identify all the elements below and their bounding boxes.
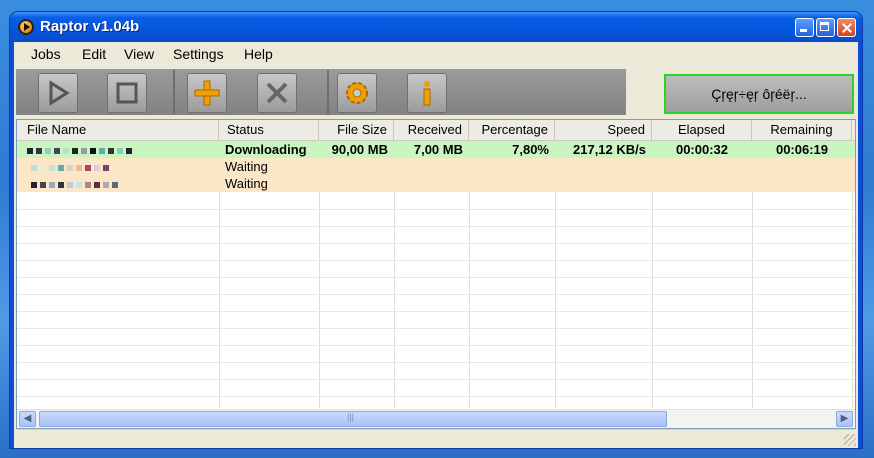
elapsed-cell: 00:00:32: [675, 142, 729, 157]
add-job-button[interactable]: [187, 73, 227, 113]
window-title: Raptor v1.04b: [40, 18, 140, 35]
title-bar[interactable]: Raptor v1.04b: [10, 12, 862, 42]
column-file-size[interactable]: File Size: [319, 120, 394, 140]
scroll-left-arrow-icon[interactable]: ◀: [19, 411, 36, 427]
menu-jobs[interactable]: Jobs: [31, 46, 61, 62]
menu-edit[interactable]: Edit: [82, 46, 106, 62]
grid-line: [17, 294, 855, 295]
close-button[interactable]: [837, 18, 856, 37]
toolbar-separator: [173, 70, 175, 114]
menu-bar: Jobs Edit View Settings Help: [14, 42, 858, 66]
file-name-cell: [27, 141, 217, 158]
percentage-cell: 7,80%: [512, 142, 549, 157]
grid-line: [17, 243, 855, 244]
column-status[interactable]: Status: [219, 120, 319, 140]
grid-line: [17, 226, 855, 227]
column-received[interactable]: Received: [394, 120, 469, 140]
toolbar-separator: [327, 70, 329, 114]
grid-line: [17, 328, 855, 329]
table-row[interactable]: Downloading 90,00 MB 7,00 MB 7,80% 217,1…: [17, 141, 855, 158]
status-bar: [14, 429, 858, 448]
client-area: Jobs Edit View Settings Help Çŗęŗ÷ęŗ ôŗé…: [14, 42, 858, 448]
menu-view[interactable]: View: [124, 46, 154, 62]
play-icon: [49, 80, 70, 106]
received-cell: 7,00 MB: [413, 142, 463, 157]
speed-cell: 217,12 KB/s: [573, 142, 646, 157]
column-remaining[interactable]: Remaining: [752, 120, 852, 140]
grid-line: [17, 311, 855, 312]
maximize-button[interactable]: [816, 18, 835, 37]
app-window: Raptor v1.04b Jobs Edit View Settings He…: [10, 12, 862, 448]
status-cell: Waiting: [225, 159, 268, 174]
file-name-cell: [31, 175, 217, 192]
horizontal-scrollbar[interactable]: ◀ ▶: [17, 409, 855, 428]
menu-help[interactable]: Help: [244, 46, 273, 62]
start-button[interactable]: [38, 73, 78, 113]
info-button[interactable]: [407, 73, 447, 113]
remove-icon: [266, 82, 288, 104]
column-percentage[interactable]: Percentage: [469, 120, 555, 140]
grid-line: [17, 209, 855, 210]
scrollbar-thumb[interactable]: [39, 411, 667, 427]
grid-line: [17, 379, 855, 380]
grid-line: [17, 260, 855, 261]
settings-button[interactable]: [337, 73, 377, 113]
grid-line: [17, 345, 855, 346]
scroll-right-arrow-icon[interactable]: ▶: [836, 411, 853, 427]
remaining-cell: 00:06:19: [775, 142, 829, 157]
grid-line: [17, 396, 855, 397]
table-row[interactable]: Waiting: [17, 175, 855, 192]
download-list: File Name Status File Size Received Perc…: [16, 119, 856, 429]
grid-line: [17, 362, 855, 363]
status-cell: Waiting: [225, 176, 268, 191]
column-speed[interactable]: Speed: [555, 120, 652, 140]
column-file-name[interactable]: File Name: [17, 120, 219, 140]
resize-grip-icon[interactable]: [844, 434, 856, 446]
settings-gear-icon: [346, 82, 368, 104]
info-icon: [423, 81, 431, 106]
remove-job-button[interactable]: [257, 73, 297, 113]
grid-line: [17, 277, 855, 278]
stop-button[interactable]: [107, 73, 147, 113]
table-row[interactable]: Waiting: [17, 158, 855, 175]
column-elapsed[interactable]: Elapsed: [652, 120, 752, 140]
stop-icon: [116, 82, 138, 104]
status-cell: Downloading: [225, 142, 307, 157]
language-button[interactable]: Çŗęŗ÷ęŗ ôŗéëŗ...: [664, 74, 854, 114]
file-size-cell: 90,00 MB: [331, 142, 388, 157]
app-logo-icon: [18, 19, 34, 35]
add-icon: [194, 80, 220, 106]
file-name-cell: [31, 158, 217, 175]
minimize-button[interactable]: [795, 18, 814, 37]
list-header: File Name Status File Size Received Perc…: [17, 120, 855, 141]
menu-settings[interactable]: Settings: [173, 46, 224, 62]
